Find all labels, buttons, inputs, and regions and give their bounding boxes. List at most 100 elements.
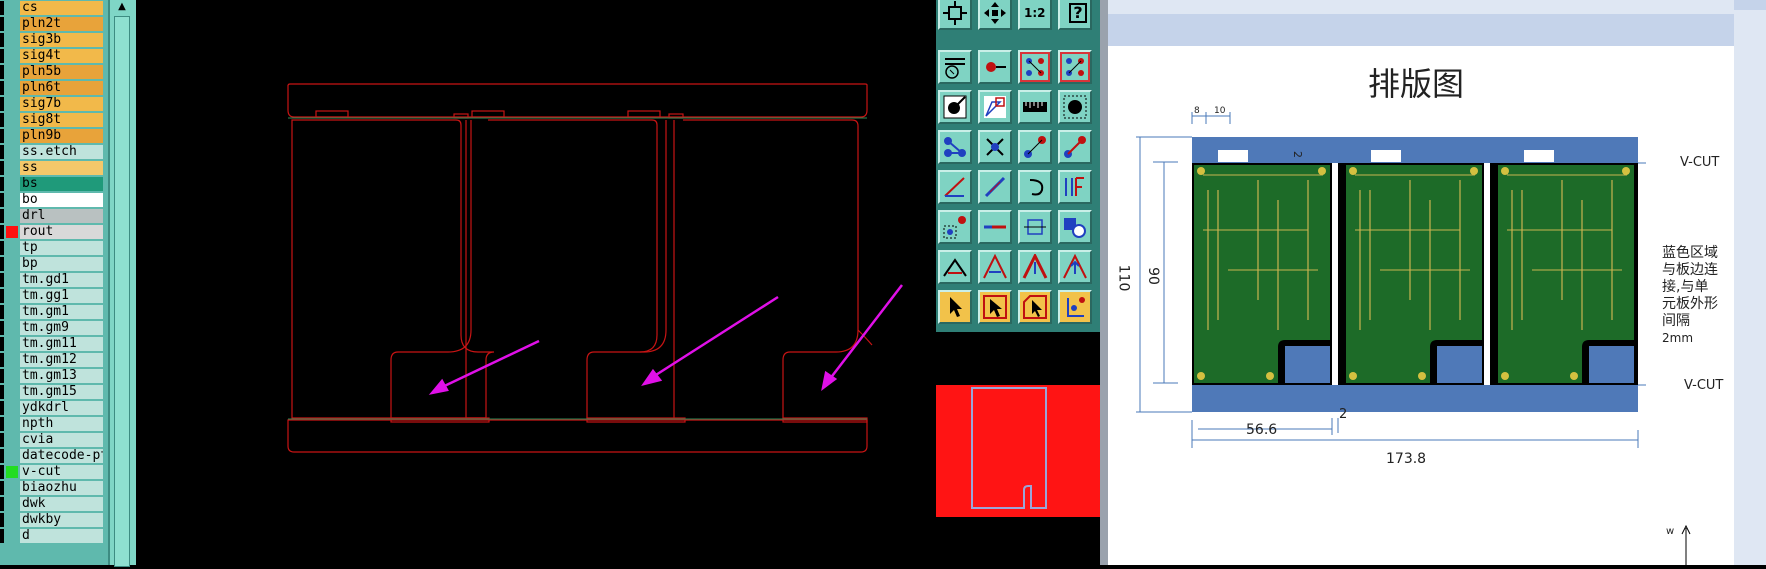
layer-checkbox[interactable] xyxy=(0,353,4,367)
overview-preview[interactable] xyxy=(936,332,1100,565)
layer-name[interactable]: dwk xyxy=(20,497,103,511)
layer-checkbox[interactable] xyxy=(0,1,4,15)
layer-checkbox[interactable] xyxy=(0,49,4,63)
layer-row[interactable]: datecode-pto xyxy=(0,448,108,464)
line-tool-button[interactable] xyxy=(978,170,1012,204)
layer-name[interactable]: tp xyxy=(20,241,103,255)
layer-name[interactable]: bp xyxy=(20,257,103,271)
layer-name[interactable]: tm.gm1 xyxy=(20,305,103,319)
select-pointer-button[interactable] xyxy=(938,290,972,324)
layer-name[interactable]: d xyxy=(20,529,103,543)
layer-row[interactable]: drl xyxy=(0,208,108,224)
layer-checkbox[interactable] xyxy=(0,17,4,31)
layer-row[interactable]: tm.gm1 xyxy=(0,304,108,320)
layer-checkbox[interactable] xyxy=(0,257,4,271)
layer-row[interactable]: sig4t xyxy=(0,48,108,64)
scroll-up-icon[interactable]: ▲ xyxy=(114,0,130,14)
layer-name[interactable]: rout xyxy=(20,225,103,239)
layer-checkbox[interactable] xyxy=(0,209,4,223)
route-tool-button[interactable] xyxy=(1018,130,1052,164)
layer-name[interactable]: pln2t xyxy=(20,17,103,31)
layer-row[interactable]: tm.gm15 xyxy=(0,384,108,400)
layer-checkbox[interactable] xyxy=(0,305,4,319)
box-tool-button[interactable] xyxy=(1018,210,1052,244)
layer-checkbox[interactable] xyxy=(0,33,4,47)
measure-tool-button[interactable] xyxy=(1018,90,1052,124)
layer-checkbox[interactable] xyxy=(0,97,4,111)
layer-name[interactable]: tm.gg1 xyxy=(20,289,103,303)
select-net-button[interactable] xyxy=(1058,290,1092,324)
layer-row[interactable]: tm.gm9 xyxy=(0,320,108,336)
settings-tool-button[interactable] xyxy=(938,50,972,84)
layer-row[interactable]: rout xyxy=(0,224,108,240)
layer-name[interactable]: tm.gm12 xyxy=(20,353,103,367)
layer-name[interactable]: sig4t xyxy=(20,49,103,63)
layer-name[interactable]: v-cut xyxy=(20,465,103,479)
layer-name[interactable]: ydkdrl xyxy=(20,401,103,415)
layer-name[interactable]: cs xyxy=(20,1,103,15)
layer-name[interactable]: ss xyxy=(20,161,103,175)
layer-row[interactable]: dwkby xyxy=(0,512,108,528)
zoom-fit-button[interactable] xyxy=(978,0,1012,30)
net-tool-button[interactable] xyxy=(1018,50,1052,84)
layer-row[interactable]: bs xyxy=(0,176,108,192)
layer-row[interactable]: pln5b xyxy=(0,64,108,80)
layer-name[interactable]: tm.gm15 xyxy=(20,385,103,399)
cross-tool-button[interactable] xyxy=(978,130,1012,164)
layer-checkbox[interactable] xyxy=(0,433,4,447)
layer-checkbox[interactable] xyxy=(0,177,4,191)
layer-name[interactable]: tm.gd1 xyxy=(20,273,103,287)
layer-name[interactable]: pln6t xyxy=(20,81,103,95)
help-button[interactable]: ? xyxy=(1058,0,1092,30)
layer-checkbox[interactable] xyxy=(0,369,4,383)
layer-row[interactable]: ydkdrl xyxy=(0,400,108,416)
select-box-button[interactable] xyxy=(978,290,1012,324)
layer-row[interactable]: tm.gm11 xyxy=(0,336,108,352)
layer-row[interactable]: sig3b xyxy=(0,32,108,48)
tri-blue-button[interactable] xyxy=(1018,250,1052,284)
arc-tool-button[interactable] xyxy=(1018,170,1052,204)
layer-checkbox[interactable] xyxy=(0,417,4,431)
layer-row[interactable]: tm.gd1 xyxy=(0,272,108,288)
bus-tool-button[interactable] xyxy=(1058,170,1092,204)
layer-row[interactable]: pln9b xyxy=(0,128,108,144)
layer-checkbox[interactable] xyxy=(0,497,4,511)
layer-row[interactable]: tp xyxy=(0,240,108,256)
layer-name[interactable]: sig8t xyxy=(20,113,103,127)
tri-tool-button[interactable] xyxy=(938,250,972,284)
pad-tool-button[interactable] xyxy=(978,50,1012,84)
fit-all-button[interactable] xyxy=(938,0,972,30)
layer-checkbox[interactable] xyxy=(0,129,4,143)
layer-row[interactable]: dwk xyxy=(0,496,108,512)
select-poly-button[interactable] xyxy=(1018,290,1052,324)
layer-checkbox[interactable] xyxy=(0,337,4,351)
layer-name[interactable]: dwkby xyxy=(20,513,103,527)
layer-name[interactable]: sig7b xyxy=(20,97,103,111)
layer-name[interactable]: sig3b xyxy=(20,33,103,47)
layer-checkbox[interactable] xyxy=(0,513,4,527)
via-tool-button[interactable] xyxy=(938,210,972,244)
layer-name[interactable]: datecode-pto xyxy=(20,449,103,463)
layer-row[interactable]: tm.gm12 xyxy=(0,352,108,368)
layer-name[interactable]: cvia xyxy=(20,433,103,447)
layer-checkbox[interactable] xyxy=(0,225,4,239)
layer-checkbox[interactable] xyxy=(0,321,4,335)
layer-row[interactable]: pln6t xyxy=(0,80,108,96)
layer-row[interactable]: sig8t xyxy=(0,112,108,128)
layer-name[interactable]: tm.gm11 xyxy=(20,337,103,351)
layer-name[interactable]: biaozhu xyxy=(20,481,103,495)
layer-checkbox[interactable] xyxy=(0,385,4,399)
angle-tool-button[interactable] xyxy=(938,170,972,204)
layer-row[interactable]: bp xyxy=(0,256,108,272)
layer-checkbox[interactable] xyxy=(0,273,4,287)
layer-name[interactable]: pln5b xyxy=(20,65,103,79)
layer-row[interactable]: cvia xyxy=(0,432,108,448)
layer-row[interactable]: sig7b xyxy=(0,96,108,112)
layer-name[interactable]: pln9b xyxy=(20,129,103,143)
layer-checkbox[interactable] xyxy=(0,529,4,543)
layer-name[interactable]: tm.gm9 xyxy=(20,321,103,335)
tri-arrow-button[interactable] xyxy=(1058,250,1092,284)
group-tool-button[interactable] xyxy=(1058,210,1092,244)
layer-name[interactable]: drl xyxy=(20,209,103,223)
layer-row[interactable]: ss.etch xyxy=(0,144,108,160)
